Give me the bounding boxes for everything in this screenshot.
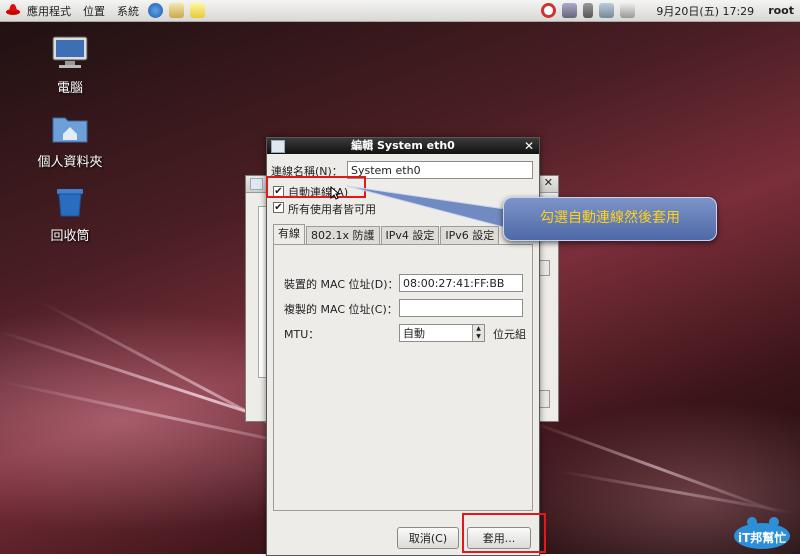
mtu-spinbox[interactable]: 自動 ▲ ▼ [399,324,485,342]
callout-pointer [347,185,513,229]
desktop-icon-computer[interactable]: 電腦 [30,36,110,96]
cloned-mac-input[interactable] [399,299,523,317]
wired-tab-panel: 裝置的 MAC 位址(D)： 08:00:27:41:FF:BB 複製的 MAC… [273,244,533,511]
display-icon[interactable] [599,3,615,18]
mtu-label: MTU： [284,328,320,341]
volume-icon[interactable] [583,3,594,18]
cancel-button[interactable]: 取消(C) [397,527,459,549]
dialog-title: 編輯 System eth0 [351,139,455,152]
desktop-icon-label: 電腦 [56,81,83,96]
tab-wired[interactable]: 有線 [273,224,305,245]
browser-icon[interactable] [148,3,163,18]
device-mac-input[interactable]: 08:00:27:41:FF:BB [399,274,523,292]
mtu-value: 自動 [403,327,425,340]
computer-icon [30,36,110,74]
device-mac-label: 裝置的 MAC 位址(D)： [284,278,399,291]
close-icon[interactable]: ✕ [524,138,534,154]
callout-text: 勾選自動連線然後套用 [540,210,680,226]
clock[interactable]: 9月20日(五) 17:29 [656,3,754,19]
menu-system[interactable]: 系統 [111,3,145,19]
home-folder-icon [30,112,110,148]
user-name[interactable]: root [768,4,794,17]
watermark-text: iT邦幫忙 [738,531,787,545]
watermark-logo: iT邦幫忙 [732,514,794,550]
close-icon[interactable]: ✕ [544,176,553,189]
window-icon [250,178,263,190]
desktop-icon-home[interactable]: 個人資料夾 [30,112,110,170]
screen-icon[interactable] [620,3,636,18]
redhat-logo-icon[interactable] [5,2,21,19]
update-notifier-icon[interactable] [541,3,557,18]
menu-applications[interactable]: 應用程式 [21,3,77,19]
notes-icon[interactable] [190,3,205,18]
desktop-icon-trash[interactable]: 回收筒 [30,186,110,244]
all-users-checkbox[interactable]: ✔ [273,202,284,213]
desktop-icon-label: 回收筒 [50,229,90,244]
dialog-titlebar: 編輯 System eth0 ✕ [267,138,539,154]
mail-icon[interactable] [169,3,184,18]
highlight-apply-button [462,513,546,553]
trash-icon [30,186,110,222]
cloned-mac-label: 複製的 MAC 位址(C)： [284,303,398,316]
spin-arrows-icon[interactable]: ▲ ▼ [472,325,484,341]
instruction-callout: 勾選自動連線然後套用 [503,197,717,241]
desktop-icon-label: 個人資料夾 [37,155,103,170]
mouse-cursor-icon [330,185,341,203]
network-icon [271,140,285,153]
mtu-unit: 位元組 [493,328,526,341]
menu-places[interactable]: 位置 [77,3,111,19]
top-panel: 應用程式 位置 系統 9月20日(五) 17:29 root [0,0,800,22]
network-icon[interactable] [562,3,578,18]
connection-name-input[interactable]: System eth0 [347,161,533,179]
